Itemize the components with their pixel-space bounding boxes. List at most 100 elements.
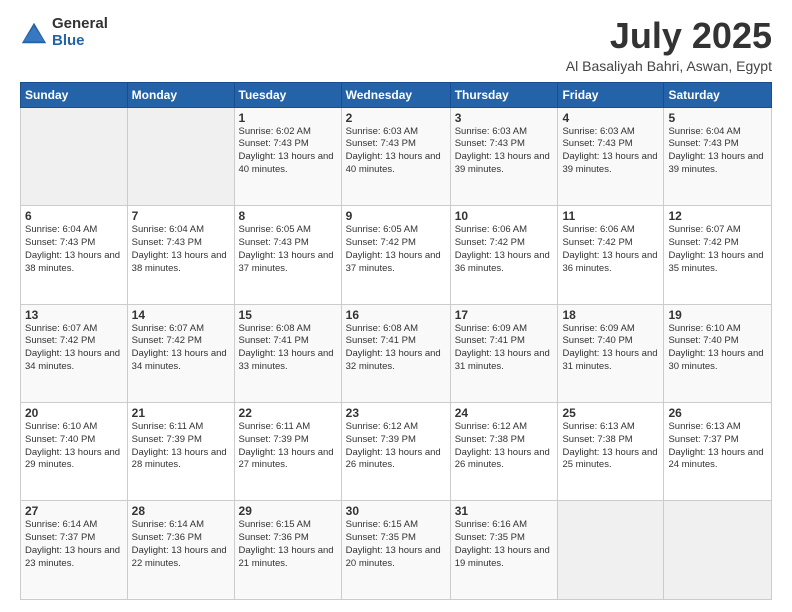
table-row: 10Sunrise: 6:06 AM Sunset: 7:42 PM Dayli… (450, 206, 558, 304)
day-info: Sunrise: 6:05 AM Sunset: 7:42 PM Dayligh… (346, 224, 446, 275)
day-number: 16 (346, 308, 446, 322)
table-row (127, 107, 234, 205)
calendar-table: Sunday Monday Tuesday Wednesday Thursday… (20, 82, 772, 600)
day-info: Sunrise: 6:15 AM Sunset: 7:36 PM Dayligh… (239, 519, 337, 570)
day-number: 2 (346, 111, 446, 125)
table-row (558, 501, 664, 600)
day-number: 12 (668, 209, 767, 223)
table-row: 14Sunrise: 6:07 AM Sunset: 7:42 PM Dayli… (127, 304, 234, 402)
day-info: Sunrise: 6:03 AM Sunset: 7:43 PM Dayligh… (562, 126, 659, 177)
day-info: Sunrise: 6:13 AM Sunset: 7:37 PM Dayligh… (668, 421, 767, 472)
day-number: 3 (455, 111, 554, 125)
table-row: 7Sunrise: 6:04 AM Sunset: 7:43 PM Daylig… (127, 206, 234, 304)
day-info: Sunrise: 6:05 AM Sunset: 7:43 PM Dayligh… (239, 224, 337, 275)
table-row: 6Sunrise: 6:04 AM Sunset: 7:43 PM Daylig… (21, 206, 128, 304)
table-row: 20Sunrise: 6:10 AM Sunset: 7:40 PM Dayli… (21, 403, 128, 501)
table-row: 28Sunrise: 6:14 AM Sunset: 7:36 PM Dayli… (127, 501, 234, 600)
month-title: July 2025 (566, 16, 772, 56)
table-row: 3Sunrise: 6:03 AM Sunset: 7:43 PM Daylig… (450, 107, 558, 205)
header-monday: Monday (127, 82, 234, 107)
title-block: July 2025 Al Basaliyah Bahri, Aswan, Egy… (566, 16, 772, 74)
table-row: 8Sunrise: 6:05 AM Sunset: 7:43 PM Daylig… (234, 206, 341, 304)
location-title: Al Basaliyah Bahri, Aswan, Egypt (566, 58, 772, 74)
day-info: Sunrise: 6:04 AM Sunset: 7:43 PM Dayligh… (25, 224, 123, 275)
logo-general-text: General (52, 16, 108, 33)
header-tuesday: Tuesday (234, 82, 341, 107)
day-info: Sunrise: 6:06 AM Sunset: 7:42 PM Dayligh… (455, 224, 554, 275)
day-info: Sunrise: 6:14 AM Sunset: 7:36 PM Dayligh… (132, 519, 230, 570)
calendar-week-row: 13Sunrise: 6:07 AM Sunset: 7:42 PM Dayli… (21, 304, 772, 402)
day-info: Sunrise: 6:10 AM Sunset: 7:40 PM Dayligh… (668, 323, 767, 374)
day-number: 23 (346, 406, 446, 420)
day-info: Sunrise: 6:04 AM Sunset: 7:43 PM Dayligh… (132, 224, 230, 275)
day-info: Sunrise: 6:09 AM Sunset: 7:41 PM Dayligh… (455, 323, 554, 374)
day-number: 10 (455, 209, 554, 223)
day-info: Sunrise: 6:16 AM Sunset: 7:35 PM Dayligh… (455, 519, 554, 570)
day-number: 15 (239, 308, 337, 322)
table-row: 12Sunrise: 6:07 AM Sunset: 7:42 PM Dayli… (664, 206, 772, 304)
day-number: 22 (239, 406, 337, 420)
table-row: 5Sunrise: 6:04 AM Sunset: 7:43 PM Daylig… (664, 107, 772, 205)
day-number: 13 (25, 308, 123, 322)
day-number: 8 (239, 209, 337, 223)
day-info: Sunrise: 6:12 AM Sunset: 7:38 PM Dayligh… (455, 421, 554, 472)
table-row: 30Sunrise: 6:15 AM Sunset: 7:35 PM Dayli… (341, 501, 450, 600)
table-row (21, 107, 128, 205)
day-info: Sunrise: 6:10 AM Sunset: 7:40 PM Dayligh… (25, 421, 123, 472)
calendar-week-row: 6Sunrise: 6:04 AM Sunset: 7:43 PM Daylig… (21, 206, 772, 304)
day-number: 28 (132, 504, 230, 518)
calendar-week-row: 1Sunrise: 6:02 AM Sunset: 7:43 PM Daylig… (21, 107, 772, 205)
day-number: 30 (346, 504, 446, 518)
header-wednesday: Wednesday (341, 82, 450, 107)
day-number: 29 (239, 504, 337, 518)
day-number: 9 (346, 209, 446, 223)
table-row: 26Sunrise: 6:13 AM Sunset: 7:37 PM Dayli… (664, 403, 772, 501)
day-info: Sunrise: 6:14 AM Sunset: 7:37 PM Dayligh… (25, 519, 123, 570)
day-number: 6 (25, 209, 123, 223)
table-row: 15Sunrise: 6:08 AM Sunset: 7:41 PM Dayli… (234, 304, 341, 402)
day-number: 20 (25, 406, 123, 420)
day-info: Sunrise: 6:04 AM Sunset: 7:43 PM Dayligh… (668, 126, 767, 177)
day-info: Sunrise: 6:07 AM Sunset: 7:42 PM Dayligh… (132, 323, 230, 374)
day-info: Sunrise: 6:08 AM Sunset: 7:41 PM Dayligh… (239, 323, 337, 374)
logo-icon (20, 19, 48, 47)
table-row: 23Sunrise: 6:12 AM Sunset: 7:39 PM Dayli… (341, 403, 450, 501)
day-number: 25 (562, 406, 659, 420)
calendar-week-row: 20Sunrise: 6:10 AM Sunset: 7:40 PM Dayli… (21, 403, 772, 501)
header-sunday: Sunday (21, 82, 128, 107)
day-info: Sunrise: 6:02 AM Sunset: 7:43 PM Dayligh… (239, 126, 337, 177)
table-row: 19Sunrise: 6:10 AM Sunset: 7:40 PM Dayli… (664, 304, 772, 402)
day-number: 1 (239, 111, 337, 125)
table-row: 27Sunrise: 6:14 AM Sunset: 7:37 PM Dayli… (21, 501, 128, 600)
calendar-header-row: Sunday Monday Tuesday Wednesday Thursday… (21, 82, 772, 107)
header-thursday: Thursday (450, 82, 558, 107)
calendar-week-row: 27Sunrise: 6:14 AM Sunset: 7:37 PM Dayli… (21, 501, 772, 600)
table-row: 2Sunrise: 6:03 AM Sunset: 7:43 PM Daylig… (341, 107, 450, 205)
day-info: Sunrise: 6:07 AM Sunset: 7:42 PM Dayligh… (668, 224, 767, 275)
day-number: 18 (562, 308, 659, 322)
day-info: Sunrise: 6:03 AM Sunset: 7:43 PM Dayligh… (346, 126, 446, 177)
day-number: 21 (132, 406, 230, 420)
table-row: 4Sunrise: 6:03 AM Sunset: 7:43 PM Daylig… (558, 107, 664, 205)
day-info: Sunrise: 6:03 AM Sunset: 7:43 PM Dayligh… (455, 126, 554, 177)
header-saturday: Saturday (664, 82, 772, 107)
day-number: 17 (455, 308, 554, 322)
day-number: 27 (25, 504, 123, 518)
day-info: Sunrise: 6:07 AM Sunset: 7:42 PM Dayligh… (25, 323, 123, 374)
table-row (664, 501, 772, 600)
logo-text: General Blue (52, 16, 108, 49)
logo: General Blue (20, 16, 108, 49)
header: General Blue July 2025 Al Basaliyah Bahr… (20, 16, 772, 74)
table-row: 21Sunrise: 6:11 AM Sunset: 7:39 PM Dayli… (127, 403, 234, 501)
day-number: 11 (562, 209, 659, 223)
day-number: 4 (562, 111, 659, 125)
table-row: 17Sunrise: 6:09 AM Sunset: 7:41 PM Dayli… (450, 304, 558, 402)
day-info: Sunrise: 6:15 AM Sunset: 7:35 PM Dayligh… (346, 519, 446, 570)
day-number: 31 (455, 504, 554, 518)
day-info: Sunrise: 6:12 AM Sunset: 7:39 PM Dayligh… (346, 421, 446, 472)
table-row: 29Sunrise: 6:15 AM Sunset: 7:36 PM Dayli… (234, 501, 341, 600)
day-info: Sunrise: 6:06 AM Sunset: 7:42 PM Dayligh… (562, 224, 659, 275)
day-info: Sunrise: 6:08 AM Sunset: 7:41 PM Dayligh… (346, 323, 446, 374)
table-row: 9Sunrise: 6:05 AM Sunset: 7:42 PM Daylig… (341, 206, 450, 304)
table-row: 31Sunrise: 6:16 AM Sunset: 7:35 PM Dayli… (450, 501, 558, 600)
